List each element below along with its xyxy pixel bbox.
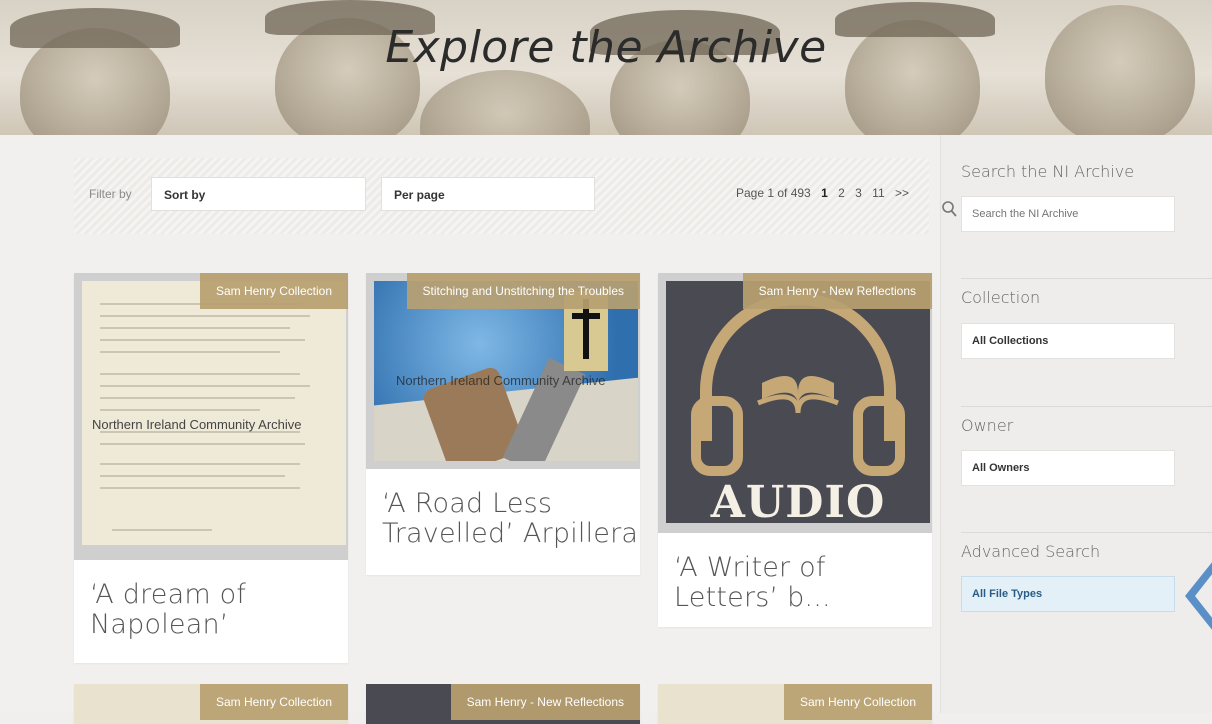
- collection-tag[interactable]: Sam Henry Collection: [199, 684, 348, 720]
- file-type-select[interactable]: All File Types: [961, 576, 1175, 612]
- card-thumbnail[interactable]: Northern Ireland Community Archive Stitc…: [366, 273, 640, 469]
- collection-tag[interactable]: Sam Henry - New Reflections: [742, 273, 932, 309]
- collection-tag[interactable]: Sam Henry - New Reflections: [450, 684, 640, 720]
- divider: [961, 278, 1212, 279]
- collapse-arrow-icon[interactable]: [1185, 561, 1212, 631]
- divider: [961, 406, 1212, 407]
- page-link[interactable]: 2: [838, 186, 845, 200]
- card-thumbnail[interactable]: Sam Henry Collection: [658, 684, 932, 724]
- owner-select[interactable]: All Owners: [961, 450, 1175, 486]
- archive-card[interactable]: Sam Henry Collection: [658, 684, 932, 724]
- page-link[interactable]: 11: [872, 186, 884, 200]
- collection-tag[interactable]: Sam Henry Collection: [199, 273, 348, 309]
- document-scan-image: Northern Ireland Community Archive: [82, 281, 346, 545]
- watermark-text: Northern Ireland Community Archive: [92, 417, 302, 432]
- archive-card[interactable]: Sam Henry Collection: [74, 684, 348, 724]
- per-page-select[interactable]: Per page: [381, 177, 595, 211]
- collection-heading: Collection: [961, 288, 1041, 307]
- next-page-link[interactable]: >>: [895, 186, 909, 200]
- archive-card[interactable]: Northern Ireland Community Archive Stitc…: [366, 273, 640, 575]
- page-title: Explore the Archive: [385, 22, 827, 73]
- archive-card[interactable]: AUDIO Sam Henry - New Reflections ‘A Wri…: [658, 273, 932, 627]
- search-heading: Search the NI Archive: [961, 162, 1135, 181]
- audio-thumbnail-image: AUDIO: [666, 281, 930, 523]
- hero-banner: Explore the Archive: [0, 0, 1212, 135]
- search-icon[interactable]: [942, 201, 958, 219]
- card-title[interactable]: ‘A Writer of Letters’ b...: [674, 553, 831, 613]
- filter-bar: Filter by Sort by Per page Page 1 of 493…: [74, 158, 929, 234]
- card-title[interactable]: ‘A Road Less Travelled’ Arpillera: [382, 489, 638, 549]
- card-thumbnail[interactable]: Sam Henry - New Reflections: [366, 684, 640, 724]
- sidebar: Search the NI Archive Collection All Col…: [940, 135, 1212, 713]
- owner-heading: Owner: [961, 416, 1014, 435]
- pagination-summary: Page 1 of 493: [736, 186, 811, 200]
- card-thumbnail[interactable]: Sam Henry Collection: [74, 684, 348, 724]
- archive-card[interactable]: Sam Henry - New Reflections: [366, 684, 640, 724]
- search-input[interactable]: [961, 196, 1175, 232]
- collection-select[interactable]: All Collections: [961, 323, 1175, 359]
- card-title[interactable]: ‘A dream of Napolean’: [90, 580, 246, 640]
- page-link-current[interactable]: 1: [821, 186, 828, 200]
- collection-tag[interactable]: Stitching and Unstitching the Troubles: [406, 273, 640, 309]
- sort-by-select[interactable]: Sort by: [151, 177, 366, 211]
- watermark-text: Northern Ireland Community Archive: [396, 373, 606, 388]
- card-thumbnail[interactable]: Northern Ireland Community Archive Sam H…: [74, 273, 348, 560]
- divider: [961, 532, 1212, 533]
- archive-card[interactable]: Northern Ireland Community Archive Sam H…: [74, 273, 348, 663]
- audio-label: AUDIO: [710, 477, 886, 523]
- banner-photo-face: [420, 70, 590, 135]
- collection-tag[interactable]: Sam Henry Collection: [783, 684, 932, 720]
- filter-label: Filter by: [89, 187, 132, 201]
- card-thumbnail[interactable]: AUDIO Sam Henry - New Reflections: [658, 273, 932, 533]
- advanced-search-heading: Advanced Search: [961, 542, 1101, 561]
- pagination: Page 1 of 493 1 2 3 11 >>: [729, 186, 909, 200]
- page-link[interactable]: 3: [855, 186, 862, 200]
